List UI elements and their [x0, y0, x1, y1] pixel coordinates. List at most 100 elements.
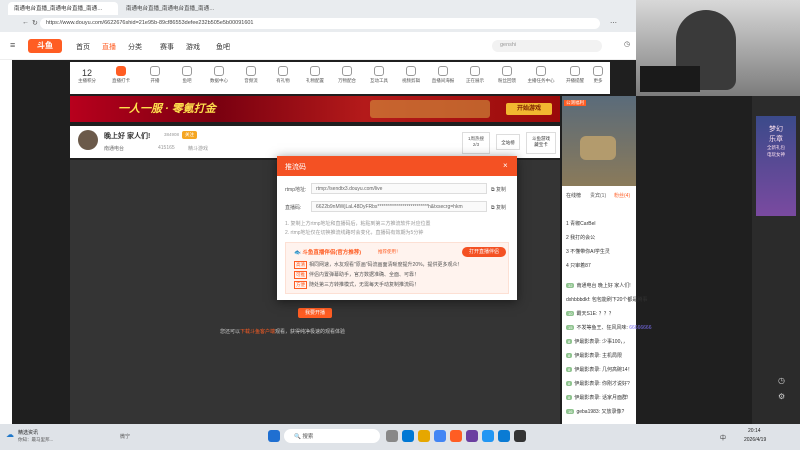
nav-events[interactable]: 赛事 — [160, 42, 174, 52]
hamburger-icon[interactable]: ≡ — [10, 40, 15, 50]
chat-user[interactable]: 伊最影表录: — [574, 367, 600, 373]
chat-user[interactable]: 霸天S1E: — [576, 311, 597, 317]
rank-name: 不懂带你AI学生灵 — [570, 249, 610, 255]
music-ad[interactable]: 梦幻 乐章 全新礼包 电玩女神 — [756, 116, 796, 216]
clock-date[interactable]: 2026/4/19 — [744, 437, 766, 443]
rank-box[interactable]: 1周热搜 2/3 — [462, 132, 490, 154]
chat-user[interactable]: 伊最影表录: — [574, 353, 600, 359]
chat-user[interactable]: 南通电台 — [576, 283, 596, 289]
tools-item[interactable]: 万物配合 — [332, 64, 362, 84]
audio-icon — [246, 66, 256, 76]
gift-config-item[interactable]: 礼物配置 — [300, 64, 330, 84]
history-icon[interactable]: ◷ — [778, 376, 785, 385]
douyu-logo[interactable]: 斗鱼 — [28, 39, 62, 53]
rank-row[interactable]: 3 不懂带你AI学生灵 — [566, 248, 610, 255]
copy-code-button[interactable]: ⧉ 复制 — [491, 204, 506, 211]
input-method[interactable]: 中 — [720, 433, 726, 442]
item-label: 万物配合 — [338, 78, 356, 83]
score-item[interactable]: 12 主播积分 — [72, 64, 102, 84]
task-item[interactable]: 主播任务中心 — [524, 64, 558, 84]
start-item[interactable]: 开播 — [140, 64, 170, 84]
chat-text: ？？？ — [598, 311, 614, 317]
chat-user[interactable]: 伊最影表录: — [574, 395, 600, 401]
streamer-name[interactable]: 南通电台 — [104, 145, 124, 152]
fishbar-item[interactable]: 鱼吧 — [172, 64, 202, 84]
settings-icon[interactable]: ⚙ — [778, 392, 785, 401]
gift-item[interactable]: 有礼物 — [268, 64, 298, 84]
right-ad-strip[interactable]: 梦幻 乐章 全新礼包 电玩女神 ◷ ⚙ — [752, 96, 800, 424]
chrome-icon[interactable] — [434, 430, 446, 442]
edge-icon[interactable] — [402, 430, 414, 442]
stream-code-field[interactable]: 6622b9nMWjLaL48DyFRbs*******************… — [311, 201, 487, 212]
open-companion-button[interactable]: 打开直播伴侣 — [462, 247, 506, 257]
download-client-link[interactable]: 下载斗鱼客户端 — [240, 329, 275, 335]
rank-row[interactable]: 1 青椒CarBel — [566, 220, 595, 227]
game-ad-banner[interactable]: 一人一服 · 零氪打金 开始游戏 — [70, 96, 560, 122]
taskview-icon[interactable] — [386, 430, 398, 442]
video-item[interactable]: 视频剪辑 — [396, 64, 426, 84]
room-header: 晚上好 家人们! 384908 关注 南通电台 415165 精斗游戏 1周热搜… — [70, 126, 560, 158]
search-input[interactable]: genshi — [492, 40, 602, 52]
banner-start-button[interactable]: 开始游戏 — [506, 103, 552, 115]
browser-tab[interactable]: 南通电台直播_南通电台直播_南通… — [120, 2, 230, 15]
promo-tag: 高清 — [294, 261, 307, 269]
nav-games[interactable]: 游戏 — [186, 42, 200, 52]
checkin-item[interactable]: 直播打卡 — [106, 64, 136, 84]
rank-row[interactable]: 2 我打的会公 — [566, 234, 595, 241]
app-icon[interactable] — [466, 430, 478, 442]
taskbar-search[interactable]: 🔍 搜索 — [284, 429, 380, 443]
poster-item[interactable]: 直播间海报 — [428, 64, 458, 84]
promo-badge: 推荐使用！ — [378, 249, 401, 254]
nav-home[interactable]: 首页 — [76, 42, 90, 52]
weather-icon: ☁ — [6, 430, 14, 439]
news-title[interactable]: 精选资讯 — [18, 429, 38, 436]
start-live-button[interactable]: 我要开播 — [298, 308, 332, 318]
showcase-item[interactable]: 正在展示 — [460, 64, 490, 84]
chat-message: 10 霸天S1E: ？？？ — [566, 310, 614, 317]
room-title: 晚上好 家人们! — [104, 133, 151, 140]
nav-category[interactable]: 分类 — [128, 42, 142, 52]
history-icon[interactable]: ◷ — [624, 40, 630, 48]
gift-box[interactable]: 斗鱼游戏 藏宝卡 — [526, 132, 556, 154]
site-header: ≡ 斗鱼 首页 直播 分类 赛事 游戏 鱼吧 genshi ◷ — [0, 32, 636, 60]
app-icon[interactable] — [482, 430, 494, 442]
chat-user[interactable]: geba1983: — [576, 409, 600, 415]
rank-row[interactable]: 4 只审着87 — [566, 262, 591, 269]
tab-fans[interactable]: 粉丝(4) — [614, 192, 630, 199]
clock-time[interactable]: 20:14 — [748, 428, 761, 434]
fans-item[interactable]: 粉丝回馈 — [492, 64, 522, 84]
data-item[interactable]: 数据中心 — [204, 64, 234, 84]
douyu-app-icon[interactable] — [450, 430, 462, 442]
audio-item[interactable]: 音频流 — [236, 64, 266, 84]
nav-live[interactable]: 直播 — [102, 42, 116, 52]
tab-vip[interactable]: 贵宾(1) — [590, 192, 606, 199]
avatar[interactable] — [78, 130, 98, 150]
modal-title: 推流码 — [285, 164, 306, 171]
rank-name: 只审着87 — [570, 263, 591, 269]
data-icon — [214, 66, 224, 76]
app-icon[interactable] — [498, 430, 510, 442]
copy-rtmp-button[interactable]: ⧉ 复制 — [491, 186, 506, 193]
all-rank-button[interactable]: 全站榜 — [496, 134, 520, 150]
explorer-icon[interactable] — [418, 430, 430, 442]
address-bar[interactable]: https://www.douyu.com/6622676shid=21e95b… — [40, 18, 600, 29]
chat-user[interactable]: 伊最影表录: — [574, 381, 600, 387]
follow-button[interactable]: 关注 — [182, 131, 197, 139]
tab-title: 南通电台直播_南通电台直播_南通… — [14, 6, 103, 12]
tab-online[interactable]: 在线榜 — [566, 192, 581, 199]
menu-icon[interactable]: ⋯ — [610, 19, 617, 27]
back-icon[interactable]: ← — [22, 19, 29, 26]
refresh-icon[interactable]: ↻ — [32, 19, 38, 27]
windows-start-icon[interactable] — [268, 430, 280, 442]
chat-user[interactable]: 伊最影表录: — [574, 339, 600, 345]
browser-tab-active[interactable]: 南通电台直播_南通电台直播_南通… — [8, 2, 118, 15]
room-category[interactable]: 精斗游戏 — [188, 145, 208, 152]
close-icon[interactable]: × — [503, 161, 508, 170]
chat-user[interactable]: dxhbbbdkf: — [566, 297, 590, 303]
interact-item[interactable]: 互动工具 — [364, 64, 394, 84]
app-icon[interactable] — [514, 430, 526, 442]
rtmp-field[interactable]: rtmp://sendtx3.douyu.com/live — [311, 183, 487, 194]
ad-preview[interactable]: 公测福利 — [562, 96, 636, 186]
more-item[interactable]: 更多 — [586, 64, 610, 84]
nav-fishbar[interactable]: 鱼吧 — [216, 42, 230, 52]
